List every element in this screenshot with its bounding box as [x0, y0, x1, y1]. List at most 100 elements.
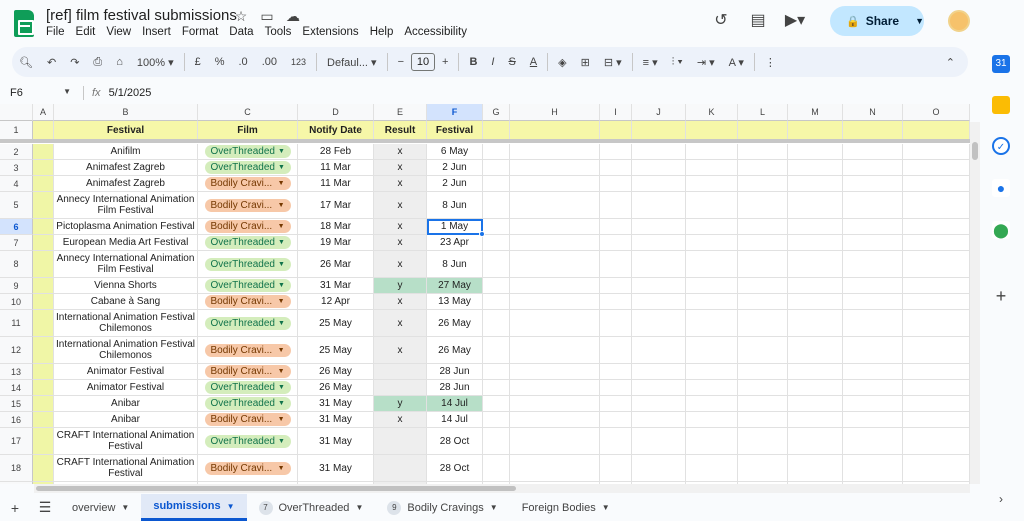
- grid-cell[interactable]: [483, 310, 510, 337]
- grid-cell[interactable]: [903, 428, 970, 455]
- film-dropdown-chip[interactable]: Bodily Cravi... ▼: [204, 198, 291, 212]
- grid-cell[interactable]: [600, 455, 632, 482]
- text-wrap-icon[interactable]: ⇥ ▾: [690, 56, 722, 69]
- menu-help[interactable]: Help: [370, 26, 394, 38]
- column-header-n[interactable]: N: [843, 104, 903, 121]
- column-header-e[interactable]: E: [374, 104, 427, 121]
- festival-date-cell[interactable]: 14 Jul: [427, 412, 483, 428]
- notify-date-cell[interactable]: 11 Mar: [298, 176, 374, 192]
- grid-cell[interactable]: [686, 428, 738, 455]
- font-select[interactable]: Defaul... ▾: [320, 56, 384, 69]
- share-dropdown-icon[interactable]: ▼: [915, 16, 924, 26]
- grid-cell[interactable]: [510, 121, 600, 140]
- grid-cell[interactable]: [510, 192, 600, 219]
- grid-cell[interactable]: [903, 380, 970, 396]
- grid-cell[interactable]: [686, 121, 738, 140]
- bold-icon[interactable]: B: [462, 56, 484, 68]
- grid-cell[interactable]: [600, 251, 632, 278]
- festival-cell[interactable]: Anibar: [54, 412, 198, 428]
- film-dropdown-chip[interactable]: Bodily Cravi... ▼: [204, 461, 291, 475]
- row-header[interactable]: 11: [0, 310, 33, 337]
- grid-cell[interactable]: [903, 337, 970, 364]
- grid-cell[interactable]: [738, 337, 788, 364]
- film-cell[interactable]: OverThreaded ▼: [198, 160, 298, 176]
- sheet-tab-overview[interactable]: overview ▼: [60, 494, 141, 521]
- grid-cell[interactable]: [510, 251, 600, 278]
- grid-cell[interactable]: [600, 380, 632, 396]
- result-cell[interactable]: x: [374, 192, 427, 219]
- grid-cell[interactable]: [903, 121, 970, 140]
- festival-date-cell[interactable]: 28 Oct: [427, 428, 483, 455]
- festival-date-cell[interactable]: 8 Jun: [427, 251, 483, 278]
- result-cell[interactable]: y: [374, 396, 427, 412]
- row-header[interactable]: 1: [0, 121, 33, 140]
- festival-cell[interactable]: Animafest Zagreb: [54, 176, 198, 192]
- festival-date-cell[interactable]: 13 May: [427, 294, 483, 310]
- festival-cell[interactable]: Animator Festival: [54, 364, 198, 380]
- film-cell[interactable]: OverThreaded ▼: [198, 396, 298, 412]
- festival-date-cell[interactable]: 6 May: [427, 144, 483, 160]
- grid-cell[interactable]: [788, 294, 843, 310]
- result-cell[interactable]: [374, 455, 427, 482]
- sheet-tab-submissions[interactable]: submissions ▼: [141, 494, 247, 521]
- undo-icon[interactable]: ↶: [40, 56, 63, 69]
- grid-cell[interactable]: [788, 219, 843, 235]
- column-header-j[interactable]: J: [632, 104, 686, 121]
- grid-cell[interactable]: [788, 364, 843, 380]
- grid-cell[interactable]: [903, 396, 970, 412]
- row-header[interactable]: 12: [0, 337, 33, 364]
- notify-date-cell[interactable]: 26 May: [298, 364, 374, 380]
- sheet-tab-bodily-cravings[interactable]: 9 Bodily Cravings ▼: [375, 494, 509, 521]
- film-dropdown-chip[interactable]: OverThreaded ▼: [204, 397, 291, 410]
- grid-cell[interactable]: [510, 380, 600, 396]
- grid-cell[interactable]: [843, 121, 903, 140]
- grid-cell[interactable]: [738, 396, 788, 412]
- grid-cell[interactable]: [510, 176, 600, 192]
- select-all-corner[interactable]: [0, 104, 33, 121]
- move-folder-icon[interactable]: ▭: [259, 8, 275, 25]
- grid-cell[interactable]: [903, 219, 970, 235]
- column-header-l[interactable]: L: [738, 104, 788, 121]
- grid-cell[interactable]: [33, 219, 54, 235]
- chevron-down-icon[interactable]: ▼: [121, 503, 129, 512]
- grid-cell[interactable]: [843, 396, 903, 412]
- notify-date-cell[interactable]: 28 Feb: [298, 144, 374, 160]
- decrease-decimal-button[interactable]: .0: [232, 56, 255, 68]
- result-cell[interactable]: x: [374, 310, 427, 337]
- grid-cell[interactable]: [843, 294, 903, 310]
- grid-cell[interactable]: [738, 144, 788, 160]
- grid-cell[interactable]: [738, 251, 788, 278]
- borders-icon[interactable]: ⊞: [574, 56, 597, 69]
- grid-cell[interactable]: [738, 192, 788, 219]
- grid-cell[interactable]: [632, 455, 686, 482]
- grid-cell[interactable]: [632, 160, 686, 176]
- notify-date-cell[interactable]: 31 May: [298, 455, 374, 482]
- grid-cell[interactable]: [483, 235, 510, 251]
- grid-cell[interactable]: [33, 176, 54, 192]
- grid-cell[interactable]: [686, 278, 738, 294]
- increase-decimal-button[interactable]: .00: [255, 56, 284, 68]
- grid-cell[interactable]: [600, 121, 632, 140]
- number-format-button[interactable]: 123: [284, 57, 313, 67]
- grid-cell[interactable]: [483, 337, 510, 364]
- grid-cell[interactable]: [788, 428, 843, 455]
- notify-date-cell[interactable]: 12 Apr: [298, 294, 374, 310]
- strikethrough-icon[interactable]: S: [501, 56, 522, 68]
- result-cell[interactable]: x: [374, 251, 427, 278]
- chevron-down-icon[interactable]: ▼: [490, 503, 498, 512]
- grid-cell[interactable]: [686, 192, 738, 219]
- film-cell[interactable]: Bodily Cravi... ▼: [198, 364, 298, 380]
- film-cell[interactable]: OverThreaded ▼: [198, 251, 298, 278]
- column-header-i[interactable]: I: [600, 104, 632, 121]
- notify-date-cell[interactable]: 26 May: [298, 380, 374, 396]
- grid-cell[interactable]: [903, 455, 970, 482]
- horizontal-align-icon[interactable]: ≡ ▾: [636, 56, 665, 69]
- festival-date-cell[interactable]: 26 May: [427, 310, 483, 337]
- row-header[interactable]: 10: [0, 294, 33, 310]
- column-header-g[interactable]: G: [483, 104, 510, 121]
- font-size-input[interactable]: 10: [411, 53, 435, 71]
- sheet-tab-overthreaded[interactable]: 7 OverThreaded ▼: [247, 494, 376, 521]
- grid-cell[interactable]: [843, 160, 903, 176]
- name-box[interactable]: F6 ▼: [0, 87, 75, 99]
- film-cell[interactable]: OverThreaded ▼: [198, 278, 298, 294]
